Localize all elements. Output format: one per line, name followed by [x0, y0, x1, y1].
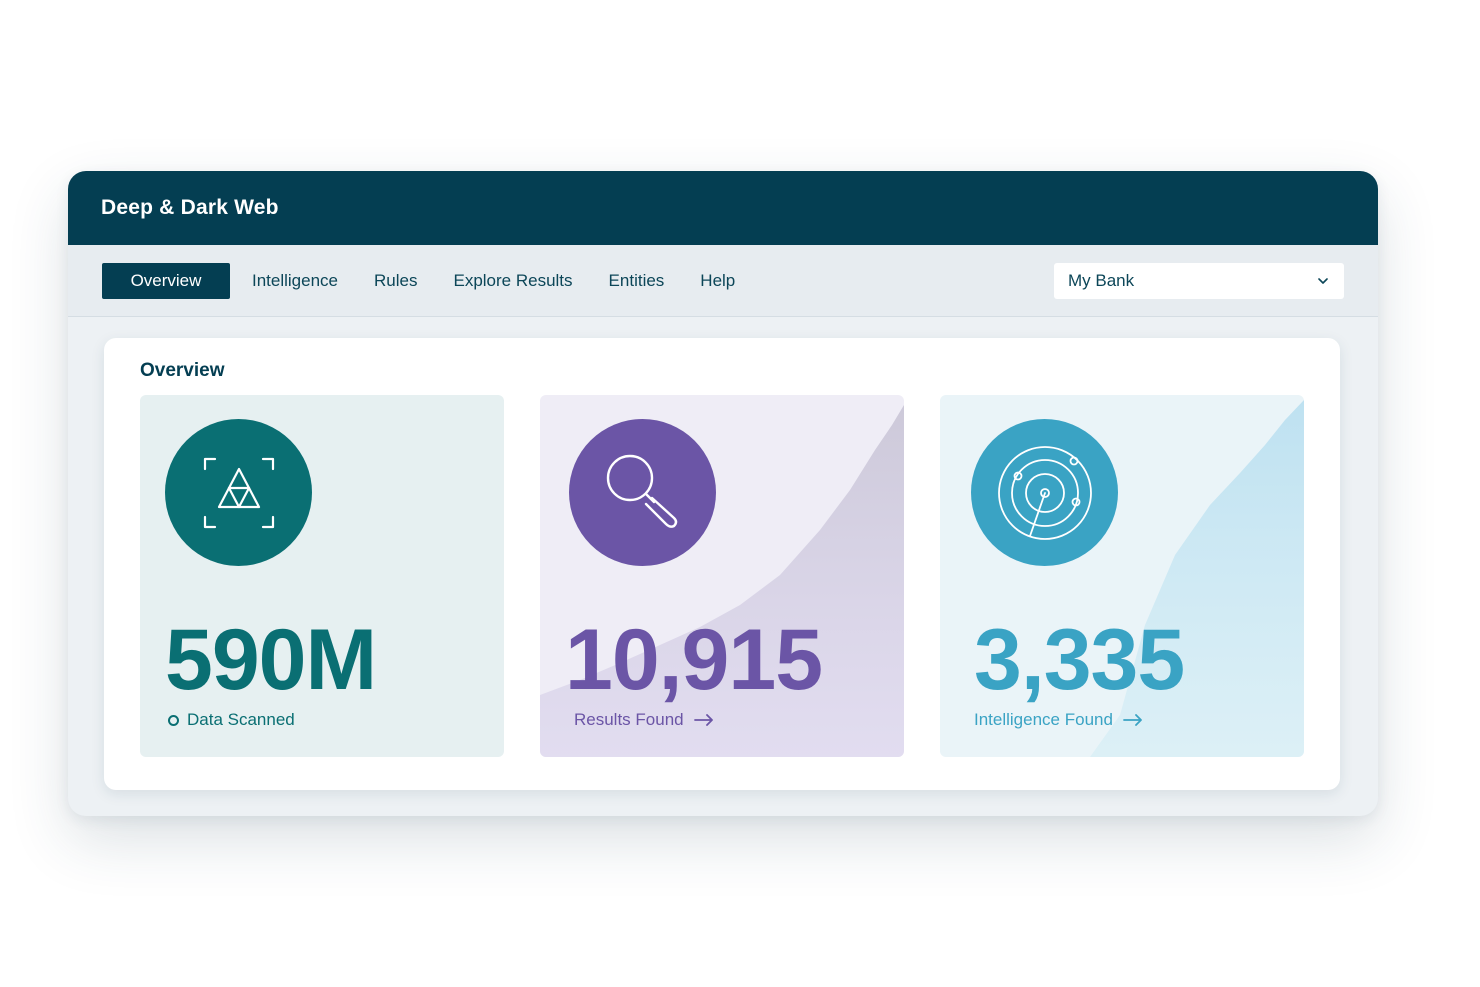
results-found-card: 10,915 Results Found	[540, 395, 904, 757]
results-found-link[interactable]: Results Found	[574, 710, 714, 730]
intelligence-found-card: 3,335 Intelligence Found	[940, 395, 1304, 757]
page: Deep & Dark Web Overview Intelligence Ru…	[0, 0, 1480, 987]
arrow-right-icon	[1123, 714, 1143, 726]
radar-icon	[971, 419, 1118, 566]
status-dot-icon	[168, 714, 179, 726]
magnifier-icon	[569, 419, 716, 566]
data-scanned-label-row: Data Scanned	[168, 710, 295, 730]
data-scanned-label: Data Scanned	[187, 710, 295, 729]
panel-title: Overview	[140, 360, 225, 381]
tab-entities[interactable]: Entities	[591, 263, 683, 299]
triangle-scan-icon	[165, 419, 312, 566]
results-found-label: Results Found	[574, 710, 684, 729]
tab-help[interactable]: Help	[682, 263, 753, 299]
data-scanned-card: 590M Data Scanned	[140, 395, 504, 757]
intelligence-found-value: 3,335	[974, 612, 1185, 708]
title-bar: Deep & Dark Web	[68, 171, 1378, 245]
tab-overview[interactable]: Overview	[102, 263, 230, 299]
results-found-value: 10,915	[565, 612, 823, 708]
tab-rules[interactable]: Rules	[356, 263, 435, 299]
intelligence-found-link[interactable]: Intelligence Found	[974, 710, 1143, 730]
app-window: Deep & Dark Web Overview Intelligence Ru…	[68, 171, 1378, 816]
intelligence-found-label: Intelligence Found	[974, 710, 1113, 729]
arrow-right-icon	[693, 714, 714, 726]
data-scanned-value: 590M	[165, 612, 377, 708]
nav-bar: Overview Intelligence Rules Explore Resu…	[68, 245, 1378, 317]
tab-intelligence[interactable]: Intelligence	[234, 263, 356, 299]
organization-select-value: My Bank	[1068, 271, 1135, 290]
nav-tabs: Overview Intelligence Rules Explore Resu…	[102, 263, 753, 299]
tab-explore-results[interactable]: Explore Results	[435, 263, 590, 299]
app-title: Deep & Dark Web	[101, 196, 279, 219]
overview-panel: Overview 590M Data Scanned 10,915 Result…	[104, 338, 1340, 790]
organization-select[interactable]: My Bank	[1054, 263, 1344, 299]
chevron-down-icon	[1316, 274, 1330, 288]
